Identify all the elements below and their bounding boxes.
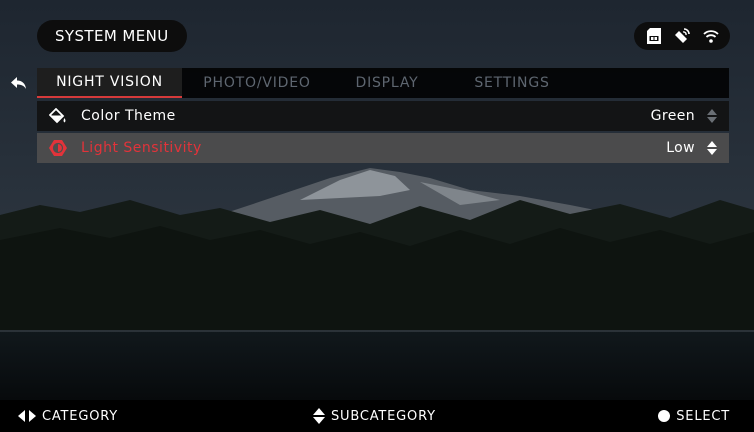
up-down-arrows-icon[interactable] [705,108,719,124]
hint-select-label: SELECT [676,408,730,424]
left-right-arrows-icon [18,410,36,422]
hint-category-label: CATEGORY [42,408,118,424]
setting-label-light-sensitivity: Light Sensitivity [81,140,202,156]
background-landscape [0,0,754,432]
wifi-icon [702,27,720,45]
device-screen: SYSTEM MENU NIGHT VISION PHOTO/VIDEO DIS… [0,0,754,432]
setting-label-color-theme: Color Theme [81,108,176,124]
setting-value-light-sensitivity: Low [666,140,695,156]
system-menu-title: SYSTEM MENU [37,20,187,52]
up-down-arrows-icon [313,408,325,424]
sd-card-icon [645,27,663,45]
system-menu-label: SYSTEM MENU [55,27,169,45]
status-bar [634,22,730,50]
hint-select: SELECT [658,400,730,432]
circle-button-icon [658,410,671,422]
hint-subcategory-label: SUBCATEGORY [331,408,436,424]
up-down-arrows-icon[interactable] [705,140,719,156]
back-button[interactable] [8,70,30,96]
hint-category: CATEGORY [18,400,118,432]
tab-settings[interactable]: SETTINGS [442,68,582,98]
control-hints-bar: CATEGORY SUBCATEGORY SELECT [0,400,754,432]
tab-night-vision[interactable]: NIGHT VISION [37,68,182,98]
category-tabs: NIGHT VISION PHOTO/VIDEO DISPLAY SETTING… [37,68,729,98]
setting-value-color-theme: Green [650,108,695,124]
sensitivity-icon [45,139,71,157]
hint-subcategory: SUBCATEGORY [313,400,436,432]
tab-display[interactable]: DISPLAY [332,68,442,98]
setting-row-light-sensitivity[interactable]: Light Sensitivity Low [37,133,729,163]
setting-row-color-theme[interactable]: Color Theme Green [37,101,729,131]
gps-icon [673,27,691,45]
tab-photo-video[interactable]: PHOTO/VIDEO [182,68,332,98]
back-arrow-icon [11,77,26,89]
paint-bucket-icon [45,108,71,124]
